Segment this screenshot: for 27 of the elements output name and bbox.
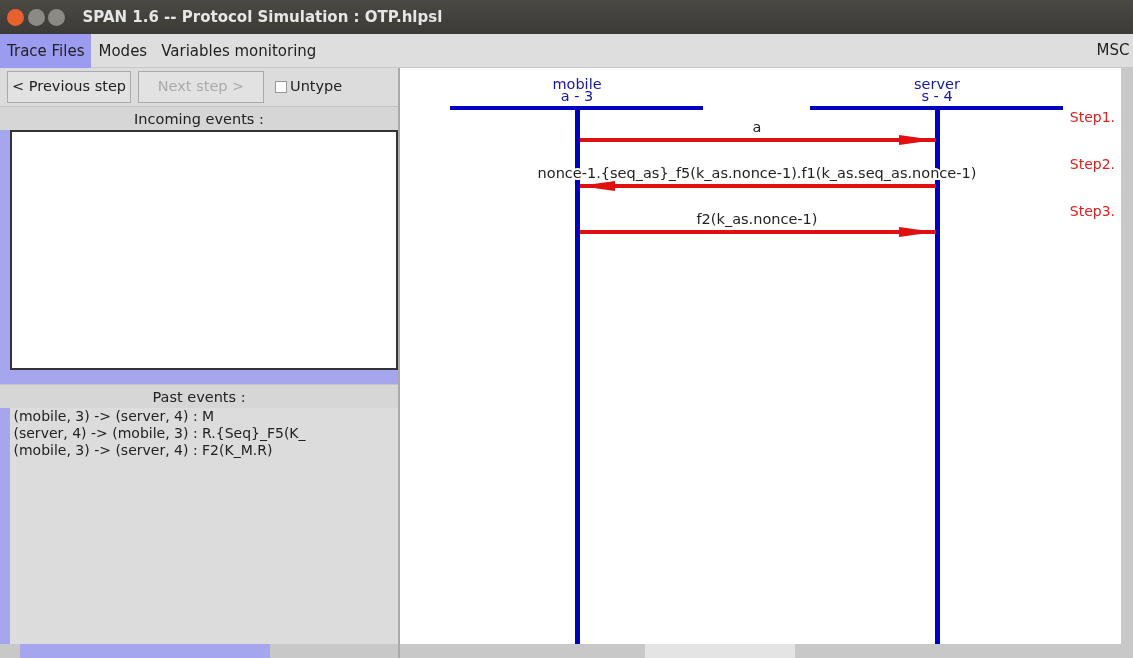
scrollbar[interactable] — [0, 370, 398, 384]
scrollbar[interactable] — [1121, 68, 1133, 644]
maximize-button[interactable] — [48, 8, 65, 26]
scrollbar[interactable] — [0, 130, 10, 370]
event-row[interactable]: (mobile, 3) -> (server, 4) : M — [13, 408, 398, 425]
step-button[interactable]: < Previous step — [7, 71, 131, 103]
scrollbar-thumb[interactable] — [20, 644, 270, 658]
section-title: Incoming events : — [0, 106, 398, 130]
event-row[interactable]: (mobile, 3) -> (server, 4) : F2(K_M.R) — [13, 442, 398, 459]
message-label: a — [752, 119, 762, 135]
window-title: SPAN 1.6 -- Protocol Simulation : OTP.hlpsl — [82, 6, 443, 28]
menu-item[interactable]: Trace Files — [0, 33, 92, 68]
scrollbar-thumb[interactable] — [645, 644, 795, 658]
event-row[interactable]: (server, 4) -> (mobile, 3) : R.{Seq}_F5(K_ — [13, 425, 398, 442]
untype-checkbox[interactable]: Untype — [274, 76, 343, 98]
step-label: Step2. — [1069, 156, 1115, 172]
menu-item[interactable]: Variables monitoring — [154, 33, 324, 68]
scrollbar[interactable] — [0, 408, 10, 644]
message-label: f2(k_as.nonce-1) — [696, 211, 818, 227]
menu-item[interactable]: Modes — [91, 33, 155, 68]
incoming-events-list[interactable] — [10, 130, 398, 370]
minimize-button[interactable] — [27, 8, 45, 26]
section-title: Past events : — [0, 384, 398, 408]
step-label: Step1. — [1069, 109, 1115, 125]
step-label: Step3. — [1069, 203, 1115, 219]
close-button[interactable] — [7, 8, 24, 26]
menu-label: MSC — [1096, 40, 1131, 62]
